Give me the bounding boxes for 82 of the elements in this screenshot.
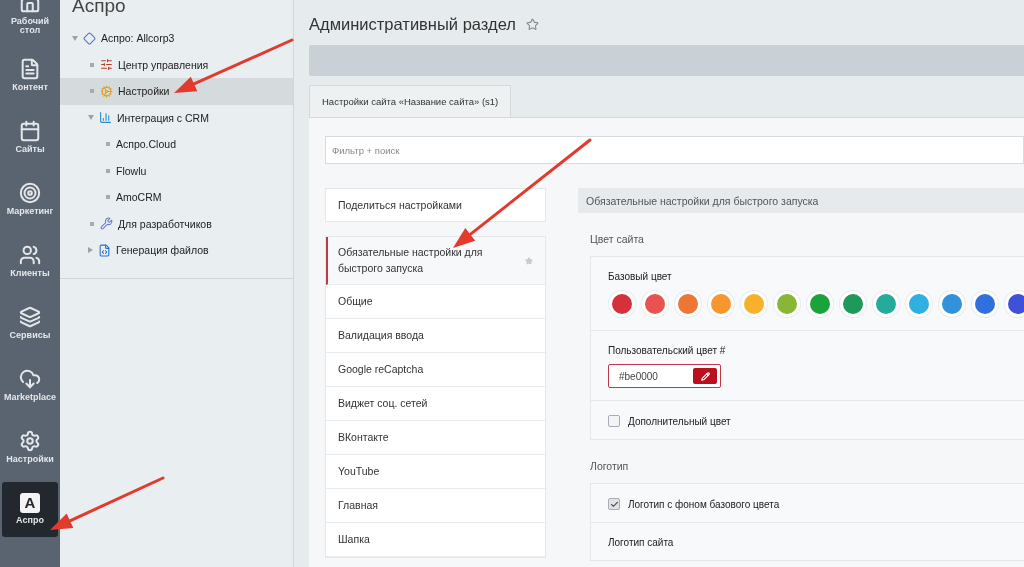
bullet-icon (89, 89, 94, 94)
color-swatch[interactable] (678, 294, 698, 314)
app-icon: A (20, 493, 40, 514)
tree-item[interactable]: Генерация файлов (60, 237, 293, 264)
checkbox-label: Дополнительный цвет (628, 415, 731, 427)
pencil-icon (700, 371, 710, 381)
color-swatch[interactable] (909, 294, 929, 314)
section-item[interactable]: Валидация ввода (326, 319, 545, 353)
nav-item[interactable]: Сайты (2, 110, 58, 165)
section-item[interactable]: ВКонтакте (326, 421, 545, 455)
field-label: Логотип сайта (608, 537, 675, 548)
tree-item[interactable]: Аспро.Cloud (60, 131, 293, 158)
share-button[interactable]: Поделиться настройками (325, 188, 546, 222)
module-icon (98, 243, 111, 257)
page-title: Административный раздел (309, 14, 516, 34)
star-icon[interactable] (525, 17, 539, 31)
bullet-icon (89, 221, 94, 226)
module-icon (100, 217, 113, 231)
tree-item[interactable]: Интеграция с CRM (60, 104, 293, 131)
nav-item[interactable]: Клиенты (2, 234, 58, 289)
checkbox[interactable] (608, 415, 620, 427)
color-swatch[interactable] (711, 294, 731, 314)
section-item[interactable]: Виджет соц. сетей (326, 387, 545, 421)
bullet-icon (105, 168, 110, 173)
module-icon (100, 84, 113, 98)
section-item[interactable]: Главная (326, 489, 545, 523)
star-icon[interactable] (525, 256, 533, 265)
color-swatch[interactable] (777, 294, 797, 314)
edit-button[interactable] (693, 368, 717, 384)
tree-item[interactable]: Аспро: Allcorp3 (60, 25, 293, 52)
nav-item[interactable]: A Аспро (2, 482, 58, 537)
bullet-icon (105, 142, 110, 147)
module-icon (100, 58, 113, 72)
color-field[interactable]: #be0000 (608, 364, 721, 388)
nav-icon (19, 58, 41, 81)
color-swatch[interactable] (843, 294, 863, 314)
nav-icon (19, 244, 41, 267)
tree-item[interactable]: AmoCRM (60, 184, 293, 211)
section-item[interactable]: Google reCaptcha (326, 353, 545, 387)
nav-item[interactable]: Marketplace (2, 358, 58, 413)
color-swatch[interactable] (810, 294, 830, 314)
nav-icon (19, 120, 41, 143)
color-swatch[interactable] (612, 294, 632, 314)
section-item[interactable]: Шапка (326, 523, 545, 557)
nav-item[interactable]: Рабочий стол (2, 0, 58, 41)
expanded-arrow-icon[interactable] (88, 115, 94, 121)
color-swatch[interactable] (1008, 294, 1024, 314)
filter-field[interactable]: Фильтр + поиск (325, 136, 1024, 164)
nav-item[interactable]: Настройки (2, 420, 58, 475)
color-swatch[interactable] (975, 294, 995, 314)
tab[interactable]: Настройки сайта «Название сайта» (s1) (309, 85, 512, 117)
color-swatch[interactable] (645, 294, 665, 314)
nav-icon (19, 368, 41, 391)
nav-icon (19, 182, 41, 205)
nav-icon (19, 430, 41, 453)
module-icon (99, 111, 112, 125)
field-label: Базовый цвет (608, 271, 673, 282)
tree-item[interactable]: Настройки (60, 78, 293, 105)
tree-item[interactable]: Для разработчиков (60, 210, 293, 237)
tree-item[interactable]: Flowlu (60, 157, 293, 184)
checkbox[interactable] (608, 498, 620, 510)
nav-item[interactable]: Маркетинг (2, 172, 58, 227)
expanded-arrow-icon[interactable] (72, 35, 78, 41)
field-label: Пользовательский цвет # (608, 345, 727, 356)
section-item[interactable]: YouTube (326, 455, 545, 489)
bullet-icon (89, 62, 94, 67)
diamond-icon (83, 31, 96, 45)
section-header: Обязательные настройки для быстрого запуска (578, 188, 1024, 213)
section-item[interactable]: Обязательные настройки для быстрого запуска (326, 237, 545, 285)
collapsed-arrow-icon[interactable] (88, 247, 93, 254)
nav-item[interactable]: Контент (2, 48, 58, 103)
nav-icon (19, 306, 41, 329)
nav-item[interactable]: Сервисы (2, 296, 58, 351)
color-swatch[interactable] (744, 294, 764, 314)
checkbox-label: Логотип с фоном базового цвета (628, 498, 780, 510)
section-item[interactable]: Общие (326, 285, 545, 319)
group-heading: Цвет сайта (589, 232, 645, 247)
color-swatch[interactable] (876, 294, 896, 314)
tree-item[interactable]: Центр управления (60, 51, 293, 78)
color-swatch[interactable] (942, 294, 962, 314)
bullet-icon (105, 195, 110, 200)
group-heading: Логотип (589, 459, 630, 474)
